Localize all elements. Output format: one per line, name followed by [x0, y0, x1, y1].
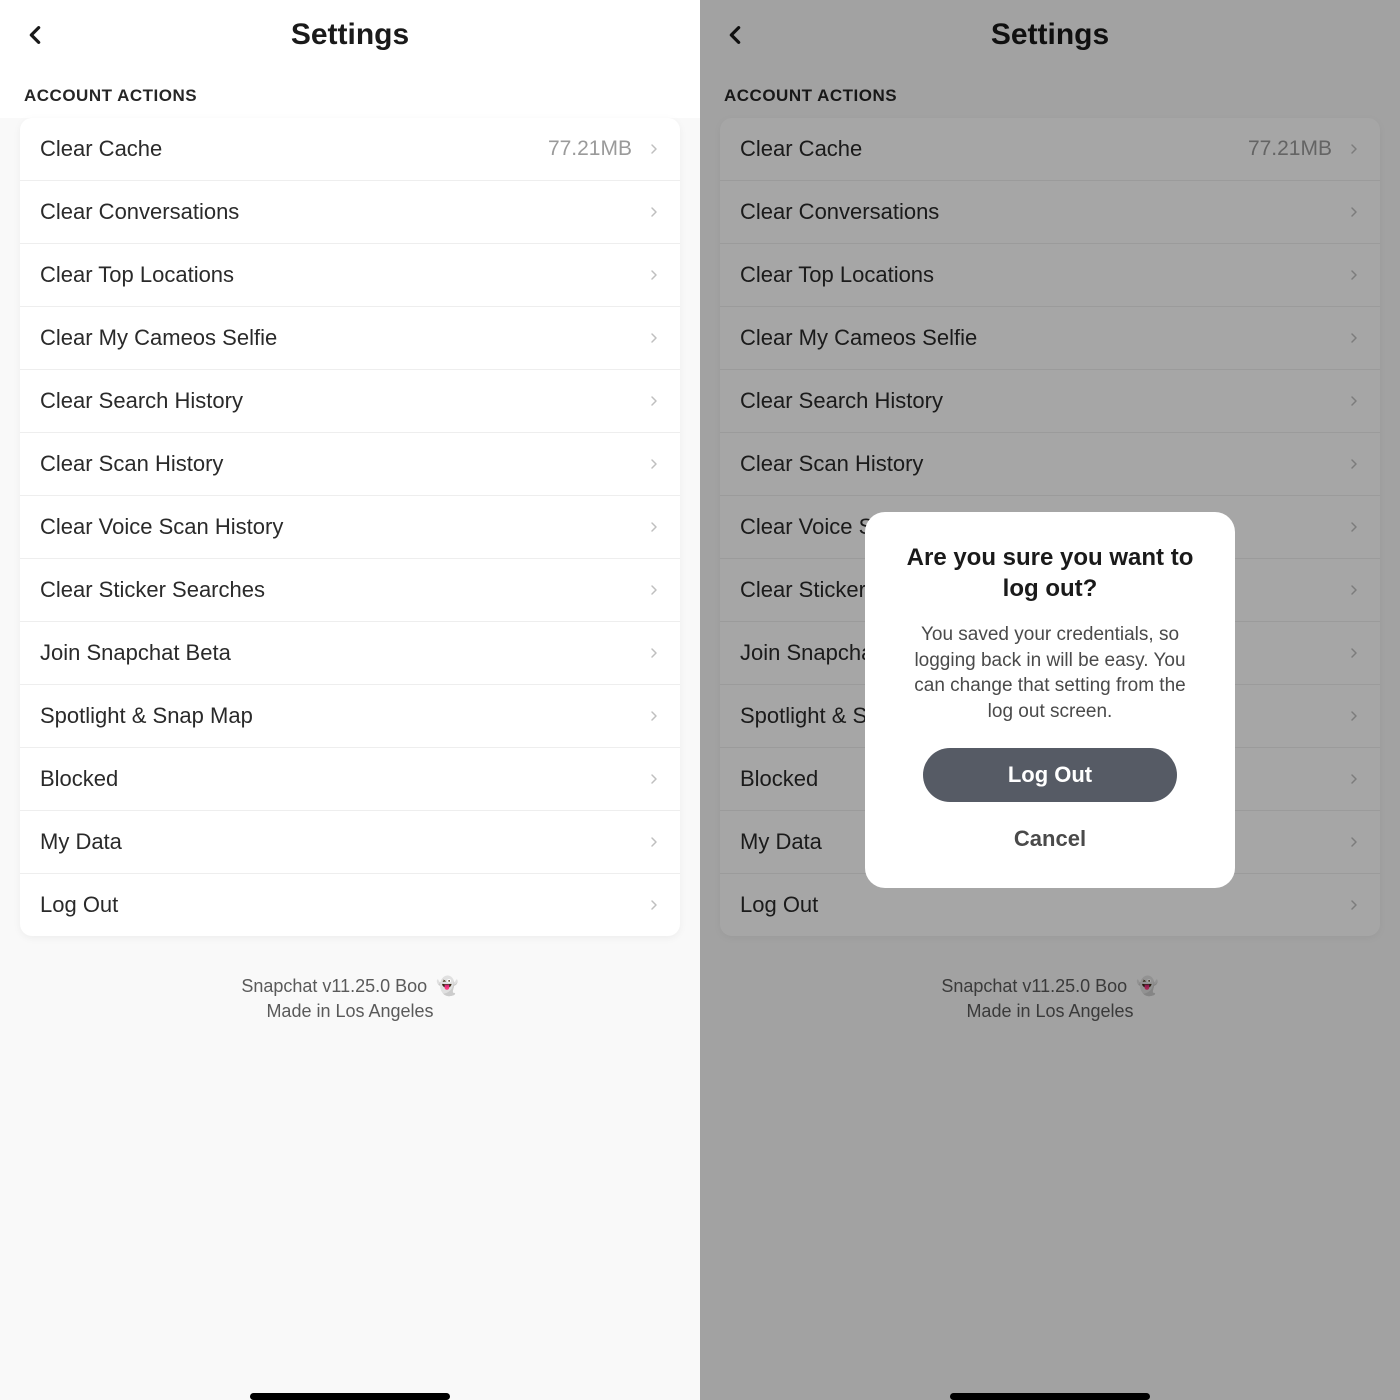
- home-indicator[interactable]: [250, 1393, 450, 1400]
- list-item-label: Clear Voice Scan History: [40, 514, 648, 540]
- list-item[interactable]: Blocked: [20, 748, 680, 811]
- logout-confirm-modal: Are you sure you want to log out? You sa…: [865, 512, 1235, 889]
- account-actions-list: Clear Cache77.21MB Clear Conversations Cle…: [20, 118, 680, 936]
- chevron-right-icon: [648, 265, 660, 285]
- chevron-left-icon: [24, 21, 46, 49]
- chevron-right-icon: [648, 517, 660, 537]
- list-item[interactable]: Clear Sticker Searches: [20, 559, 680, 622]
- chevron-right-icon: [648, 391, 660, 411]
- logout-button[interactable]: Log Out: [923, 748, 1177, 802]
- list-item-label: Clear Scan History: [40, 451, 648, 477]
- list-item[interactable]: Log Out: [20, 874, 680, 936]
- app-footer: Snapchat v11.25.0 Boo 👻 Made in Los Ange…: [0, 936, 700, 1044]
- page-title: Settings: [291, 18, 409, 52]
- list-item-label: My Data: [40, 829, 648, 855]
- list-item[interactable]: Clear Scan History: [20, 433, 680, 496]
- footer-location: Made in Los Angeles: [20, 999, 680, 1024]
- list-item[interactable]: Clear Search History: [20, 370, 680, 433]
- list-item-value: 77.21MB: [548, 137, 632, 161]
- list-item[interactable]: Clear My Cameos Selfie: [20, 307, 680, 370]
- chevron-right-icon: [648, 895, 660, 915]
- list-item[interactable]: Clear Cache77.21MB: [20, 118, 680, 181]
- list-item-label: Blocked: [40, 766, 648, 792]
- modal-overlay[interactable]: Are you sure you want to log out? You sa…: [700, 0, 1400, 1400]
- section-header-account-actions: ACCOUNT ACTIONS: [0, 70, 700, 118]
- modal-title: Are you sure you want to log out?: [891, 542, 1209, 604]
- list-item-label: Clear Sticker Searches: [40, 577, 648, 603]
- modal-body: You saved your credentials, so logging b…: [891, 622, 1209, 725]
- chevron-right-icon: [648, 454, 660, 474]
- settings-header: Settings: [0, 0, 700, 70]
- list-item[interactable]: Spotlight & Snap Map: [20, 685, 680, 748]
- chevron-right-icon: [648, 202, 660, 222]
- chevron-right-icon: [648, 328, 660, 348]
- list-item-label: Clear Search History: [40, 388, 648, 414]
- list-item-label: Clear Cache: [40, 136, 548, 162]
- chevron-right-icon: [648, 139, 660, 159]
- list-item-label: Clear Conversations: [40, 199, 648, 225]
- list-item[interactable]: Clear Top Locations: [20, 244, 680, 307]
- chevron-right-icon: [648, 706, 660, 726]
- chevron-right-icon: [648, 769, 660, 789]
- list-item[interactable]: Clear Voice Scan History: [20, 496, 680, 559]
- back-button[interactable]: [24, 21, 46, 49]
- list-item-label: Spotlight & Snap Map: [40, 703, 648, 729]
- list-item[interactable]: Join Snapchat Beta: [20, 622, 680, 685]
- ghost-icon: 👻: [436, 976, 458, 996]
- list-item-label: Log Out: [40, 892, 648, 918]
- list-item-label: Join Snapchat Beta: [40, 640, 648, 666]
- cancel-button[interactable]: Cancel: [891, 820, 1209, 858]
- chevron-right-icon: [648, 832, 660, 852]
- footer-version: Snapchat v11.25.0 Boo: [241, 976, 427, 996]
- chevron-right-icon: [648, 580, 660, 600]
- list-item[interactable]: My Data: [20, 811, 680, 874]
- list-item-label: Clear Top Locations: [40, 262, 648, 288]
- list-item[interactable]: Clear Conversations: [20, 181, 680, 244]
- list-item-label: Clear My Cameos Selfie: [40, 325, 648, 351]
- chevron-right-icon: [648, 643, 660, 663]
